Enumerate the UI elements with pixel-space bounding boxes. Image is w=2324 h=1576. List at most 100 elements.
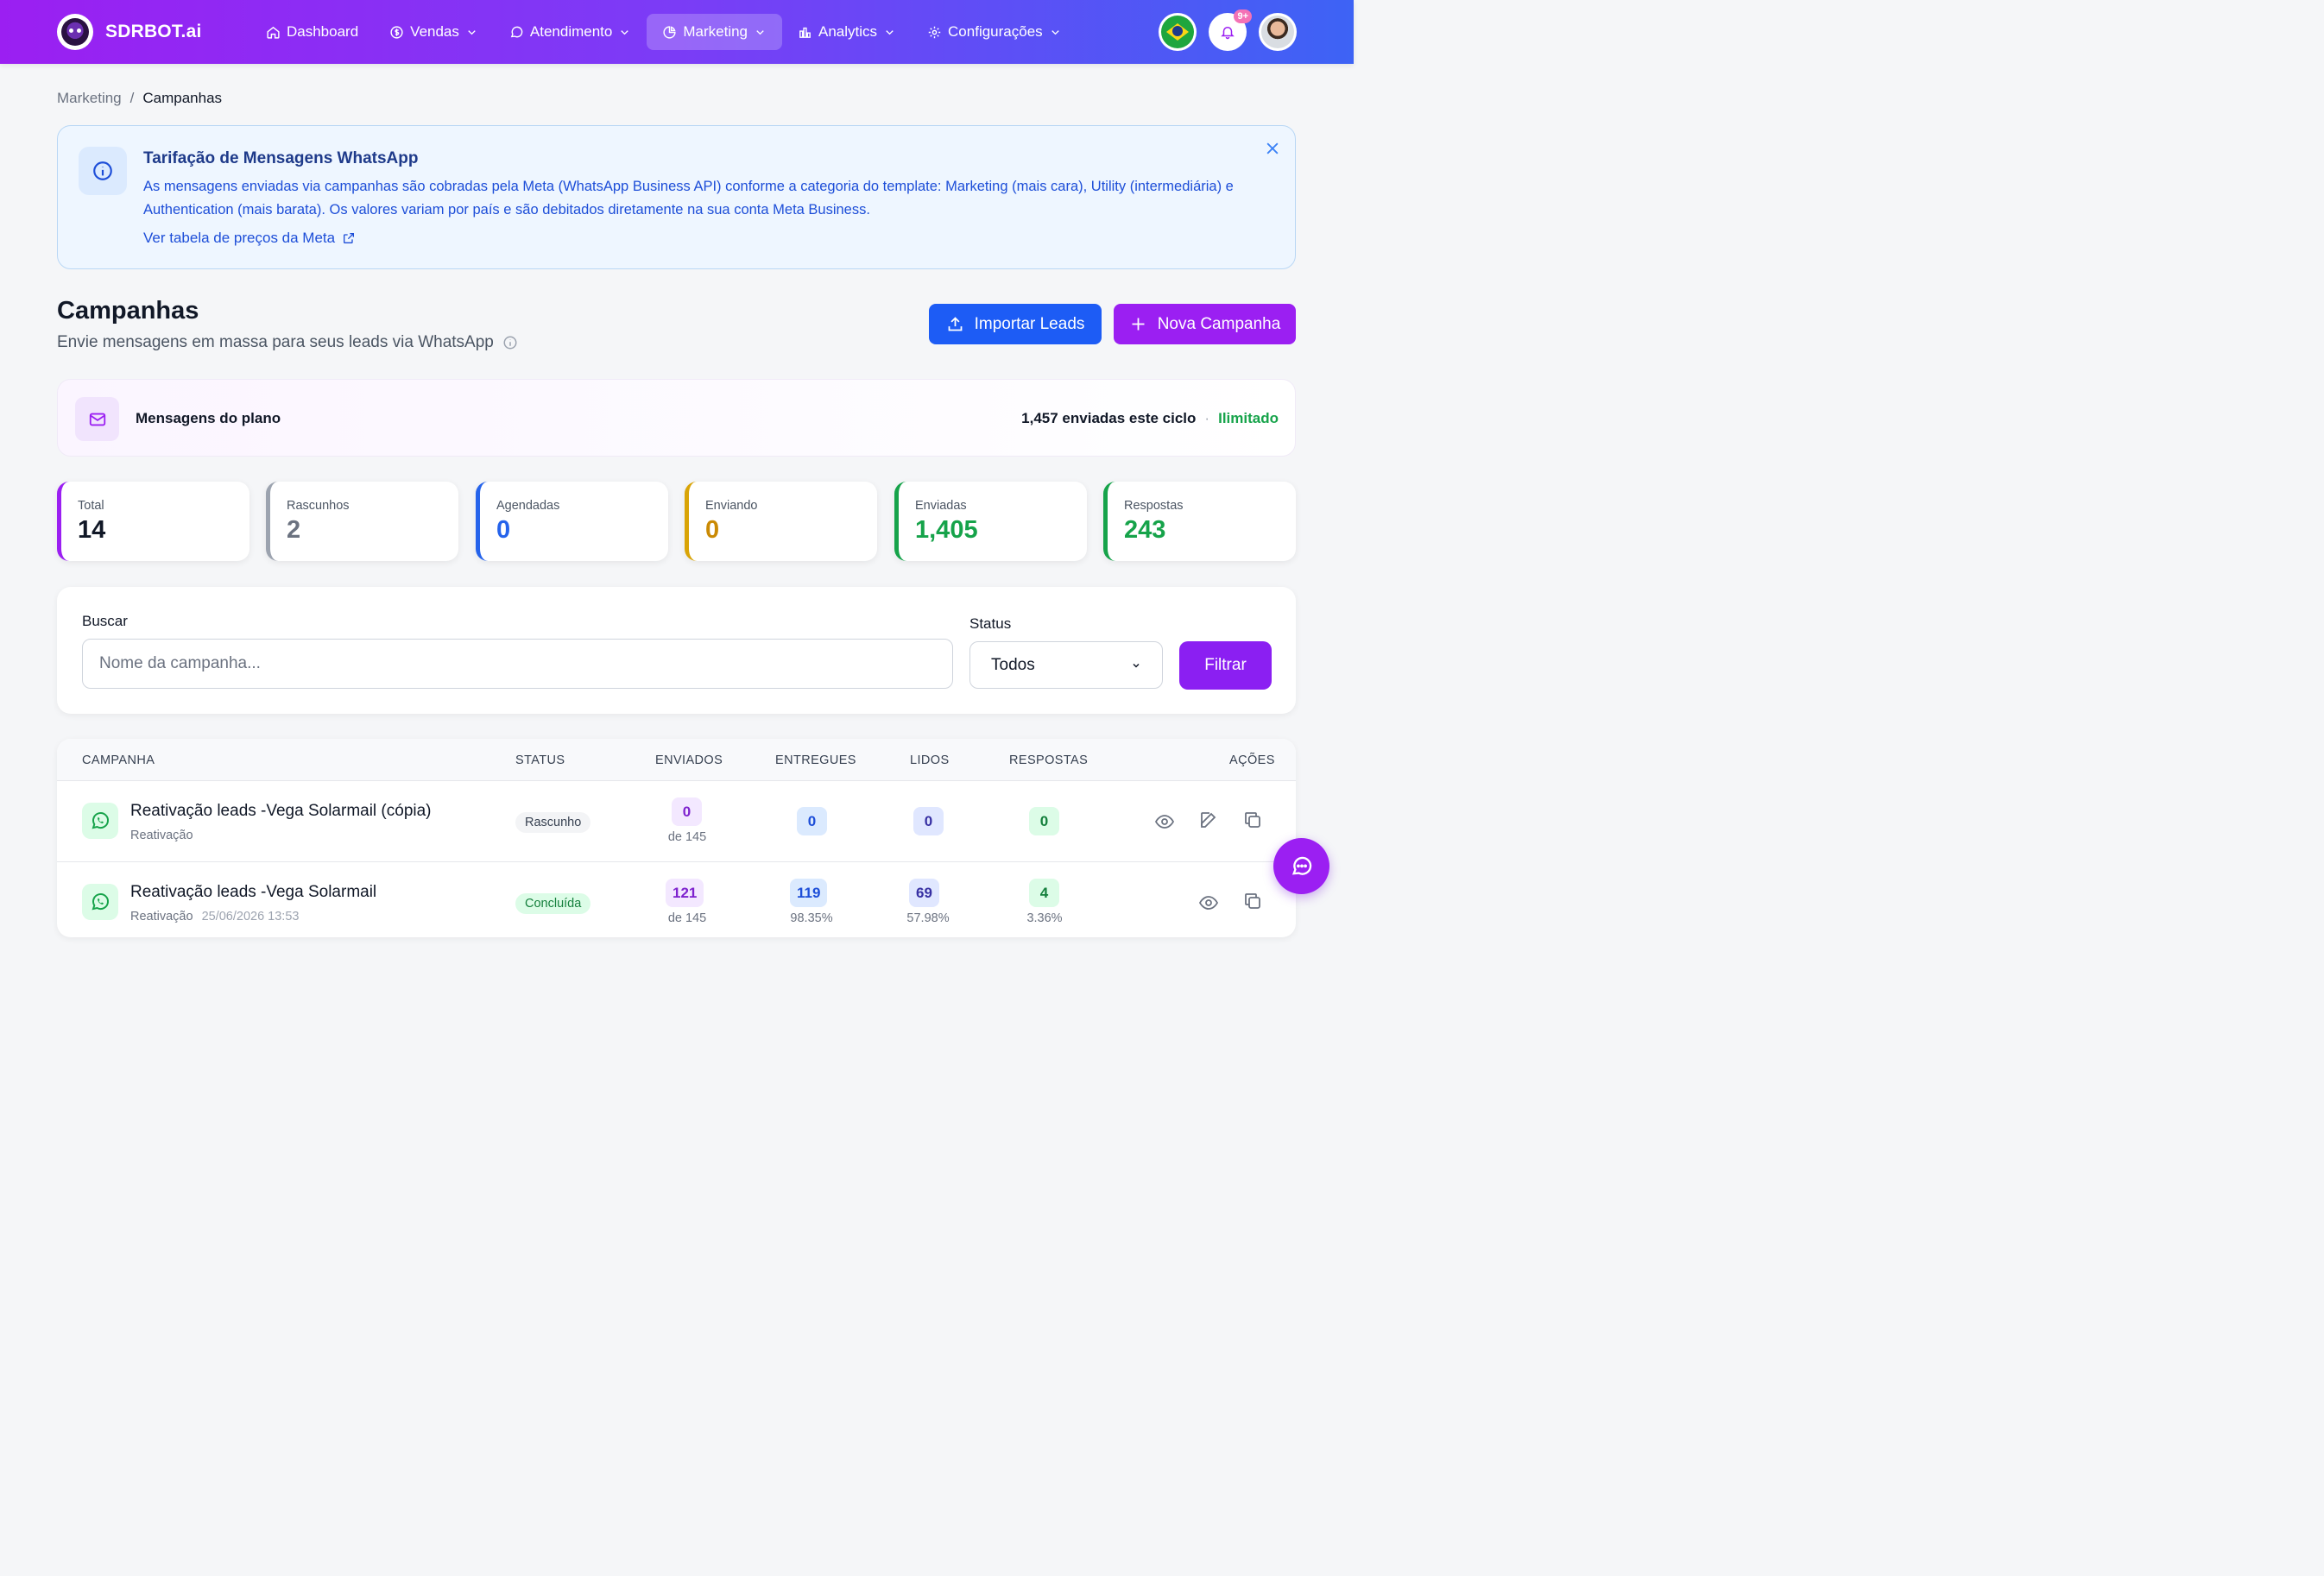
sent-total: de 145 xyxy=(667,830,707,844)
nav-analytics[interactable]: Analytics xyxy=(782,14,912,50)
page-subtitle-text: Envie mensagens em massa para seus leads… xyxy=(57,333,494,351)
breadcrumb-parent[interactable]: Marketing xyxy=(57,90,122,107)
home-icon xyxy=(267,26,280,39)
chevron-down-icon xyxy=(621,29,629,35)
nav-vendas-label: Vendas xyxy=(410,23,459,40)
bell-icon xyxy=(1221,27,1235,40)
plan-label: Mensagens do plano xyxy=(136,410,281,426)
breadcrumb-current: Campanhas xyxy=(142,90,223,106)
nav-dashboard[interactable]: Dashboard xyxy=(250,14,374,50)
stat-value: 2 xyxy=(287,516,301,544)
table-row[interactable]: Reativação leads -Vega Solarmail Reativa… xyxy=(57,862,1296,937)
nav-vendas[interactable]: Vendas xyxy=(374,14,494,50)
status-label: Status xyxy=(969,615,1012,632)
info-icon xyxy=(79,147,127,195)
chat-bubble-icon xyxy=(1291,856,1311,875)
campaign-type: Reativação xyxy=(130,829,193,842)
stat-value: 14 xyxy=(78,516,106,544)
delivered-count: 0 xyxy=(797,807,827,835)
brand[interactable]: SDRBOT.ai xyxy=(57,14,202,50)
stat-label: Enviando xyxy=(705,499,758,513)
stat-card-total: Total 14 xyxy=(57,482,249,561)
nav-configuracoes[interactable]: Configurações xyxy=(912,14,1077,50)
nav-analytics-label: Analytics xyxy=(818,23,878,40)
replies-rate: 3.36% xyxy=(1026,911,1063,925)
campaigns-table: CAMPANHA STATUS ENVIADOS ENTREGUES LIDOS… xyxy=(57,739,1296,937)
plan-messages-card: Mensagens do plano 1,457 enviadas este c… xyxy=(57,379,1296,457)
th-sent: ENVIADOS xyxy=(655,753,723,767)
chevron-down-icon xyxy=(1133,663,1140,668)
filter-button[interactable]: Filtrar xyxy=(1179,641,1272,690)
campaign-name[interactable]: Reativação leads -Vega Solarmail xyxy=(130,883,376,902)
stat-value: 1,405 xyxy=(915,516,978,544)
table-row[interactable]: Reativação leads -Vega Solarmail (cópia)… xyxy=(57,781,1296,862)
stat-card-sent: Enviadas 1,405 xyxy=(894,482,1087,561)
status-select-value: Todos xyxy=(991,655,1035,674)
stat-value: 0 xyxy=(496,516,511,544)
eye-icon[interactable] xyxy=(1154,811,1175,832)
info-icon[interactable] xyxy=(502,335,518,350)
stat-card-sending: Enviando 0 xyxy=(685,482,877,561)
copy-icon[interactable] xyxy=(1242,810,1263,830)
th-actions: AÇÕES xyxy=(1229,753,1275,767)
campaign-type-label: Reativação xyxy=(130,910,193,924)
import-leads-button[interactable]: Importar Leads xyxy=(929,304,1102,344)
brand-name: SDRBOT.ai xyxy=(105,22,202,41)
read-count: 69 xyxy=(909,879,939,907)
replies-count: 4 xyxy=(1029,879,1059,907)
notifications-button[interactable]: 9+ xyxy=(1209,9,1252,51)
external-link-icon xyxy=(344,233,355,243)
plan-limit: Ilimitado xyxy=(1218,410,1279,426)
read-count: 0 xyxy=(913,807,944,835)
upload-icon xyxy=(948,317,962,331)
sent-count: 121 xyxy=(666,879,704,907)
replies-count: 0 xyxy=(1029,807,1059,835)
gear-icon xyxy=(928,26,941,38)
plan-sent-count: 1,457 enviadas este ciclo xyxy=(1021,410,1197,426)
close-icon[interactable] xyxy=(1264,140,1281,157)
user-avatar[interactable] xyxy=(1259,13,1297,51)
brazil-flag-icon xyxy=(1161,16,1194,48)
chat-support-button[interactable] xyxy=(1273,838,1329,894)
copy-icon[interactable] xyxy=(1242,891,1263,911)
meta-pricing-link[interactable]: Ver tabela de preços da Meta xyxy=(143,230,356,247)
read-rate: 57.98% xyxy=(906,911,950,925)
new-campaign-button[interactable]: Nova Campanha xyxy=(1114,304,1296,344)
table-header: CAMPANHA STATUS ENVIADOS ENTREGUES LIDOS… xyxy=(57,739,1296,781)
status-badge: Concluída xyxy=(515,893,591,914)
breadcrumb: Marketing / Campanhas xyxy=(57,90,222,107)
nav-atendimento[interactable]: Atendimento xyxy=(494,14,647,50)
top-navbar: SDRBOT.ai Dashboard Vendas Atendimento M… xyxy=(0,0,1354,64)
language-selector[interactable] xyxy=(1159,13,1197,51)
nav-marketing[interactable]: Marketing xyxy=(647,14,782,50)
stat-label: Enviadas xyxy=(915,499,967,513)
th-campaign: CAMPANHA xyxy=(82,753,155,767)
plan-usage: 1,457 enviadas este ciclo · Ilimitado xyxy=(1021,410,1279,427)
pie-chart-icon xyxy=(663,25,676,39)
stat-card-drafts: Rascunhos 2 xyxy=(266,482,458,561)
mail-icon xyxy=(75,397,119,441)
eye-icon[interactable] xyxy=(1198,892,1219,913)
th-delivered: ENTREGUES xyxy=(775,753,856,767)
main-nav: Dashboard Vendas Atendimento Marketing A… xyxy=(250,14,1077,50)
page-subtitle: Envie mensagens em massa para seus leads… xyxy=(57,333,518,352)
chevron-down-icon xyxy=(756,29,764,35)
breadcrumb-separator: / xyxy=(129,90,135,106)
notification-badge: 9+ xyxy=(1234,9,1252,23)
edit-icon[interactable] xyxy=(1198,810,1219,830)
stat-label: Rascunhos xyxy=(287,499,350,513)
th-replies: RESPOSTAS xyxy=(1009,753,1089,767)
campaign-name[interactable]: Reativação leads -Vega Solarmail (cópia) xyxy=(130,802,432,821)
bar-chart-icon xyxy=(799,27,811,38)
campaign-date: 25/06/2026 13:53 xyxy=(201,910,300,924)
filter-card: Buscar Status Todos Filtrar xyxy=(57,587,1296,714)
chevron-down-icon xyxy=(886,29,894,35)
alert-body: As mensagens enviadas via campanhas são … xyxy=(143,179,1234,217)
dollar-icon xyxy=(390,25,403,39)
search-input[interactable] xyxy=(82,639,953,689)
sent-count: 0 xyxy=(672,797,702,826)
status-select[interactable]: Todos xyxy=(969,641,1163,689)
stat-value: 243 xyxy=(1124,516,1166,544)
sent-total: de 145 xyxy=(667,911,707,925)
delivered-count: 119 xyxy=(790,879,828,907)
